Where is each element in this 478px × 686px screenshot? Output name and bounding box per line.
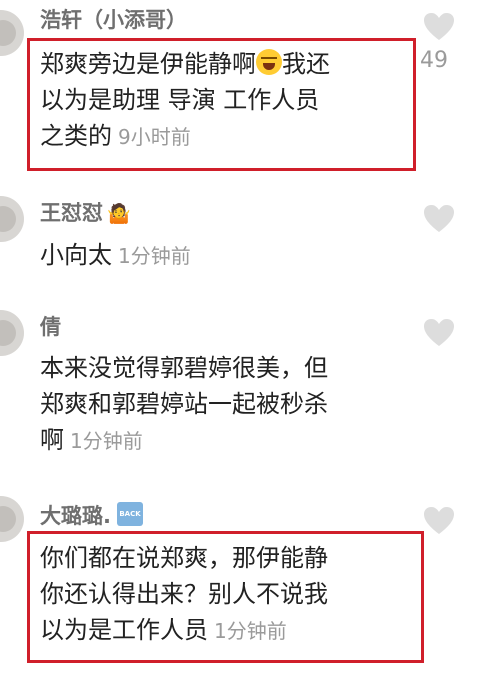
comment-line: 郑爽旁边是伊能静啊 我还 <box>40 49 330 78</box>
avatar[interactable] <box>0 310 24 356</box>
comment-username[interactable]: 倩 <box>40 311 61 341</box>
comment-line: 啊 1分钟前 <box>40 426 143 454</box>
comment-line: 以为是助理 导演 工作人员 <box>40 86 320 114</box>
comment-text: 郑爽旁边是伊能静啊 我还 以为是助理 导演 工作人员 之类的 9小时前 <box>40 46 330 155</box>
like-count: 49 <box>420 48 448 73</box>
back-arrow-icon: BACK <box>116 502 143 526</box>
avatar[interactable] <box>0 496 24 542</box>
comment-line: 本来没觉得郭碧婷很美，但 <box>40 354 328 382</box>
avatar[interactable] <box>0 10 24 56</box>
comment-line: 你们都在说郑爽，那伊能静 <box>40 544 328 572</box>
username-text: 大璐璐. <box>40 504 111 528</box>
comment-line: 之类的 9小时前 <box>40 122 191 150</box>
comment-username[interactable]: 王怼怼 🤷 <box>40 197 131 227</box>
comment-timestamp: 1分钟前 <box>214 619 287 643</box>
comment-username[interactable]: 大璐璐. BACK <box>40 500 143 530</box>
username-text: 王怼怼 <box>40 201 103 225</box>
avatar[interactable] <box>0 196 24 242</box>
comment-text: 小向太 1分钟前 <box>40 237 191 274</box>
rofl-emoji-icon <box>256 49 282 75</box>
heart-icon[interactable] <box>423 12 455 42</box>
comment-username[interactable]: 浩轩（小添哥） <box>40 4 187 34</box>
comment-line: 你还认得出来？别人不说我 <box>40 580 328 608</box>
comment-text: 本来没觉得郭碧婷很美，但 郑爽和郭碧婷站一起被秒杀 啊 1分钟前 <box>40 350 328 459</box>
comment-line: 郑爽和郭碧婷站一起被秒杀 <box>40 390 328 418</box>
comment-timestamp: 9小时前 <box>118 125 191 149</box>
heart-icon[interactable] <box>423 318 455 348</box>
comment-text: 你们都在说郑爽，那伊能静 你还认得出来？别人不说我 以为是工作人员 1分钟前 <box>40 540 328 649</box>
comment-feed: 浩轩（小添哥） 49 郑爽旁边是伊能静啊 我还 以为是助理 导演 工作人员 之类的… <box>0 0 478 686</box>
shrug-emoji-icon: 🤷 <box>107 203 131 225</box>
heart-icon[interactable] <box>423 506 455 536</box>
username-text: 浩轩（小添哥） <box>40 8 187 32</box>
comment-timestamp: 1分钟前 <box>70 429 143 453</box>
comment-line: 以为是工作人员 1分钟前 <box>40 616 287 644</box>
comment-timestamp: 1分钟前 <box>118 244 191 268</box>
username-text: 倩 <box>40 315 61 339</box>
heart-icon[interactable] <box>423 204 455 234</box>
comment-line: 小向太 1分钟前 <box>40 241 191 269</box>
